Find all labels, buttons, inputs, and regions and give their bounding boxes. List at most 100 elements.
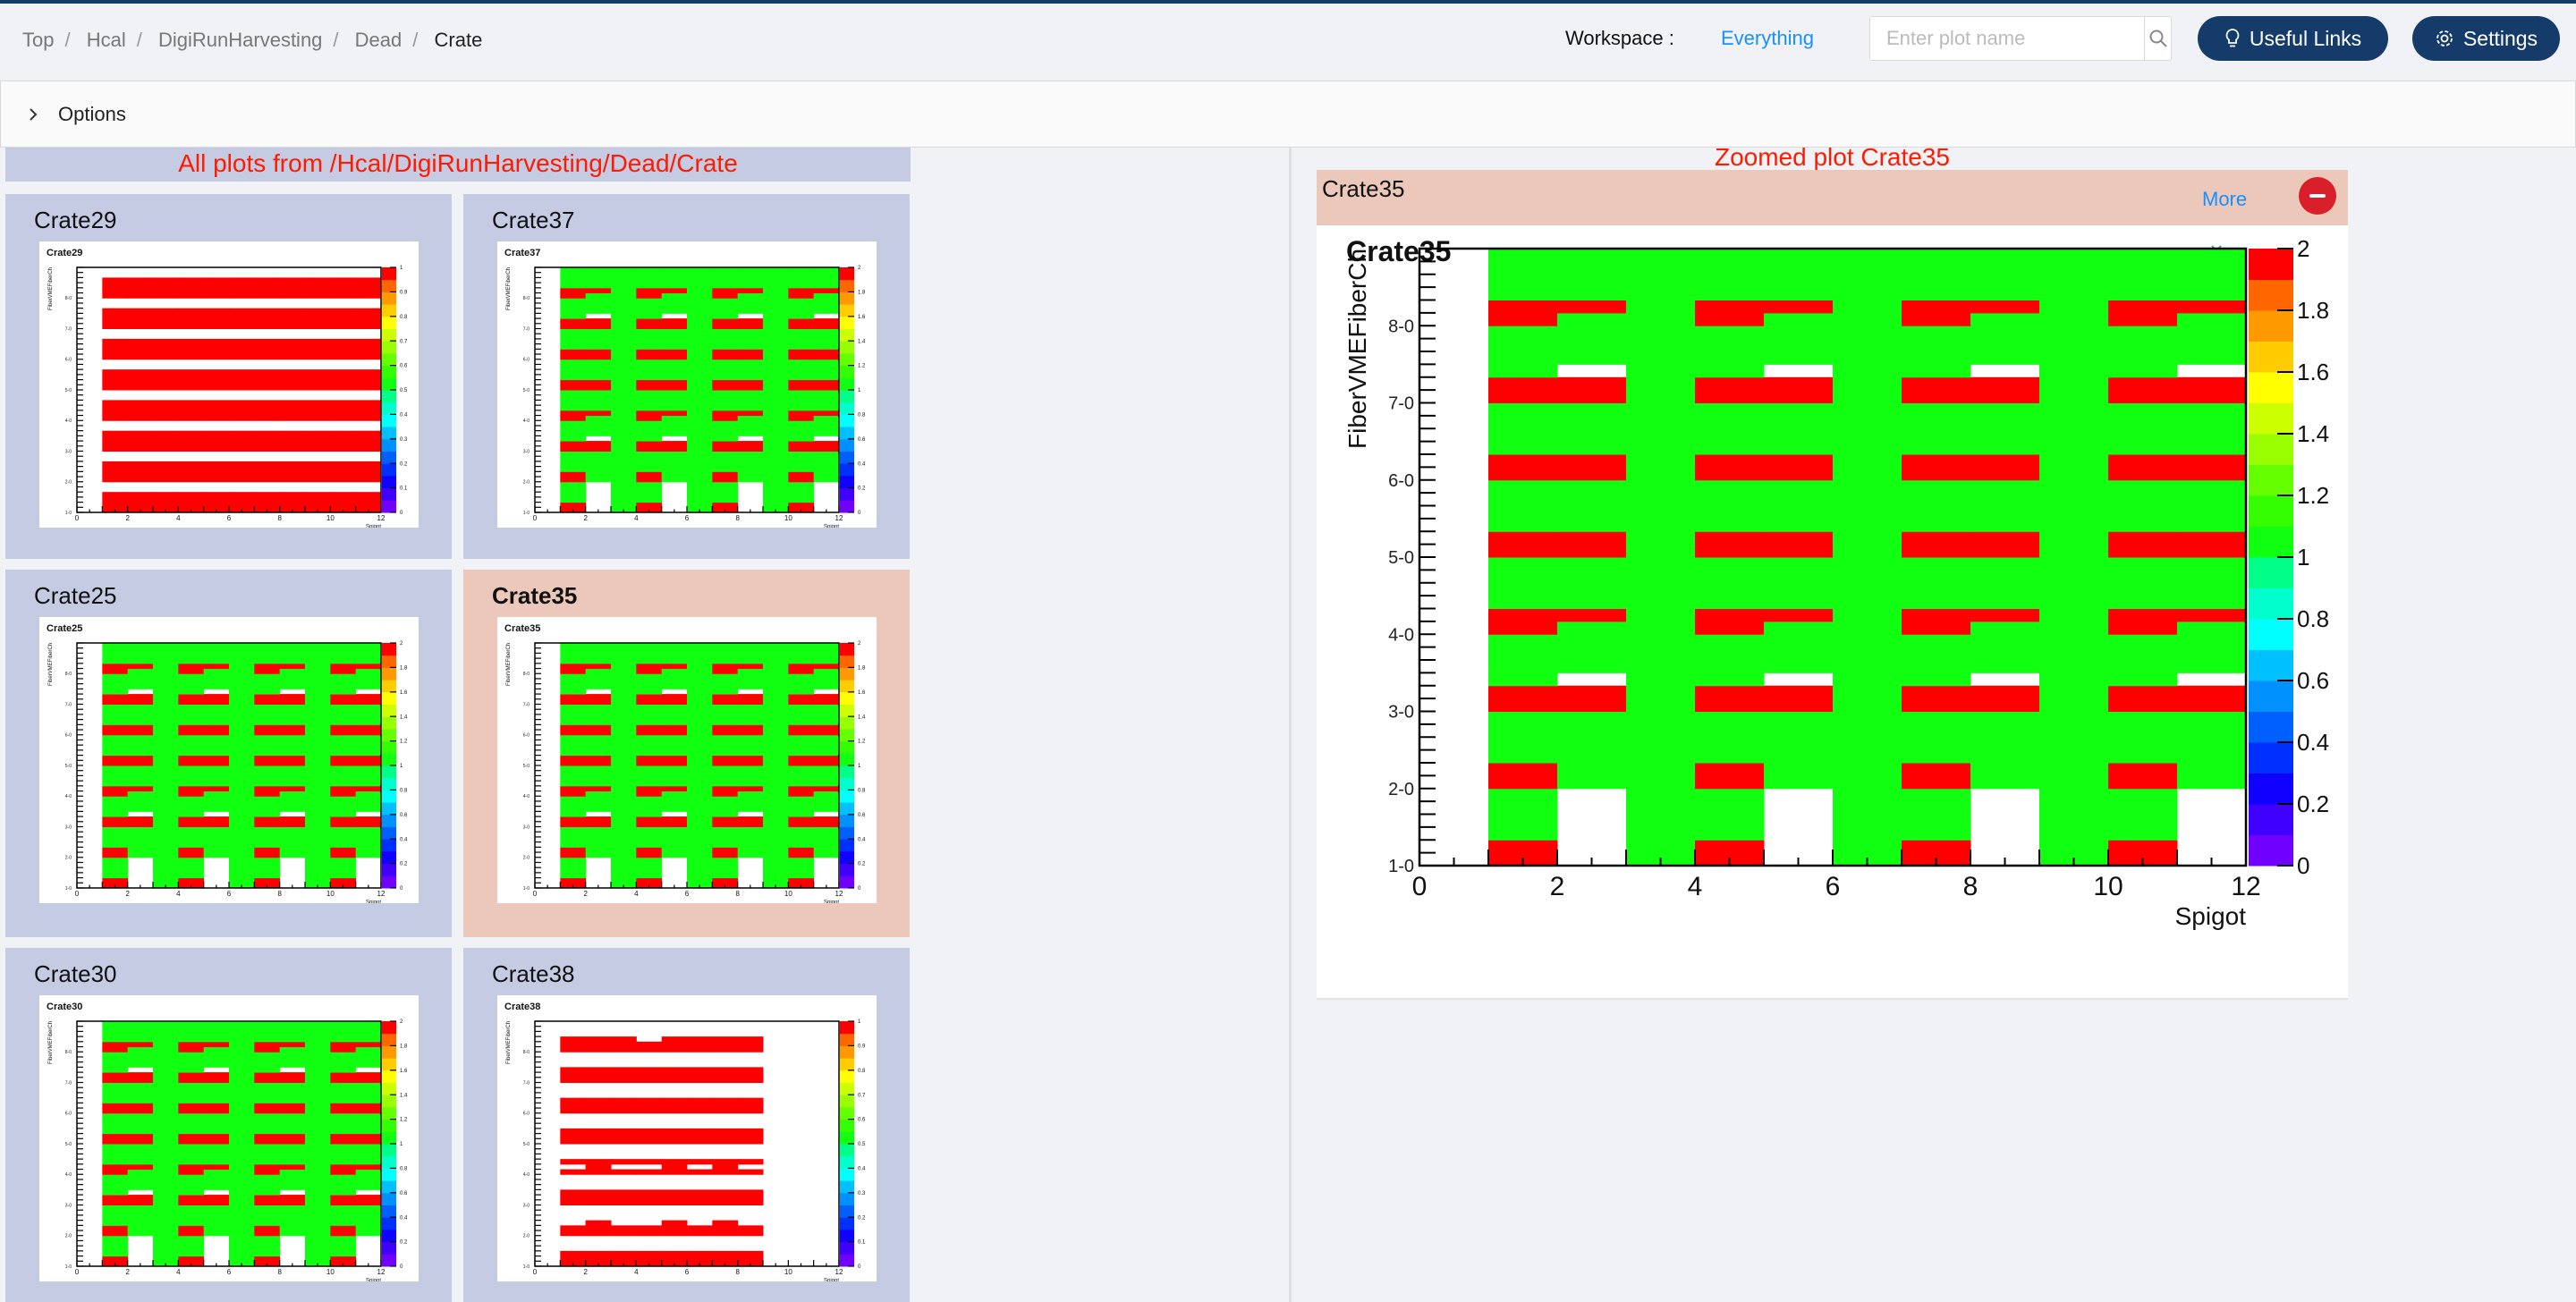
useful-links-label: Useful Links: [2249, 26, 2362, 50]
heatmap-cell: [1902, 351, 1971, 365]
heatmap-cell: [330, 1046, 357, 1053]
heatmap-cell: [585, 1230, 612, 1237]
heatmap-cell: [102, 415, 129, 421]
heatmap-cell: [178, 790, 205, 797]
heatmap-cell: [178, 1077, 205, 1083]
plot-card-crate38[interactable]: Crate38 Crate38 1-0 2-0 3-0 4-0 5-0 6-0 7-0 8-0 0 2…: [463, 948, 910, 1302]
y-tick-label: 1-0: [523, 511, 530, 516]
heatmap-cell: [178, 354, 205, 360]
heatmap-cell: [127, 1072, 154, 1078]
heatmap-cell: [1695, 376, 1765, 391]
heatmap-cell: [1488, 749, 1558, 764]
heatmap-cell: [712, 435, 739, 442]
heatmap-cell: [788, 394, 815, 401]
plot-thumbnail[interactable]: Crate381-02-03-04-05-06-07-08-00 2 4 6 8 10 12…: [497, 995, 877, 1281]
heatmap-cell: [585, 647, 612, 654]
heatmap-cell: [279, 1108, 306, 1114]
heatmap-cell: [687, 683, 713, 689]
heatmap-cell: [1488, 582, 1558, 596]
y-tick-label: 3-0: [523, 824, 530, 830]
heatmap-cell: [102, 461, 129, 468]
plot-card-crate25[interactable]: Crate25 Crate25 1-0 2-0 3-0 4-0 5-0 6-0 7-0 8-0 0 2…: [5, 570, 452, 937]
colorbar-tick-label: 1.8: [858, 291, 866, 296]
heatmap-cell: [687, 302, 713, 309]
plot-thumbnail[interactable]: Crate351-02-03-04-05-06-07-08-00 2 4 6 8 10 12…: [497, 617, 877, 903]
colorbar-segment: [840, 352, 854, 367]
heatmap-cell: [203, 734, 230, 740]
heatmap-cell: [636, 704, 663, 710]
heatmap-cell: [102, 471, 129, 478]
colorbar-segment: [2249, 434, 2293, 465]
heatmap-cell: [127, 410, 154, 417]
heatmap-cell: [127, 1169, 154, 1175]
plot-thumbnail[interactable]: Crate251-02-03-04-05-06-07-08-00 2 4 6 8 10 12…: [39, 617, 419, 903]
heatmap-cell: [203, 755, 230, 761]
heatmap-cell: [712, 349, 739, 355]
heatmap-cell: [560, 678, 587, 685]
remove-zoomed-plot-button[interactable]: [2299, 177, 2336, 215]
plot-card-crate37[interactable]: Crate37 Crate37 1-0 2-0 3-0 4-0 5-0 6-0 7-0 8-0 0 2…: [463, 194, 910, 559]
heatmap-cell: [611, 836, 637, 843]
breadcrumb-dead[interactable]: Dead: [355, 29, 402, 51]
useful-links-button[interactable]: Useful Links: [2198, 16, 2388, 61]
x-tick-label: 8: [735, 890, 740, 898]
heatmap-cell: [1833, 312, 1902, 326]
plot-card-crate35[interactable]: Crate35 Crate35 1-0 2-0 3-0 4-0 5-0 6-0 7-0 8-0 0 2…: [463, 570, 910, 937]
heatmap-cell: [687, 369, 713, 376]
heatmap-cell: [102, 430, 129, 436]
heatmap-cell: [1902, 261, 1971, 275]
heatmap-cell: [178, 704, 205, 710]
heatmap-cell: [560, 1097, 587, 1103]
breadcrumb-top[interactable]: Top: [22, 29, 54, 51]
heatmap-cell: [636, 486, 663, 493]
heatmap-cell: [1833, 749, 1902, 764]
heatmap-cell: [178, 323, 205, 329]
heatmap-cell: [1488, 441, 1558, 455]
heatmap-cell: [330, 1103, 357, 1109]
heatmap-cell: [279, 410, 306, 417]
plot-thumbnail[interactable]: Crate291-02-03-04-05-06-07-08-00 2 4 6 8 10 12…: [39, 241, 419, 528]
heatmap-cell: [2177, 698, 2247, 712]
heatmap-cell: [737, 663, 764, 670]
heatmap-cell: [585, 781, 612, 787]
heatmap-cell: [1833, 788, 1902, 802]
plot-thumbnail[interactable]: Crate371-02-03-04-05-06-07-08-00 2 4 6 8 10 12…: [497, 241, 877, 528]
colorbar-segment: [2249, 402, 2293, 435]
settings-button[interactable]: Settings: [2412, 16, 2560, 61]
heatmap-cell: [737, 816, 764, 823]
heatmap-cell: [611, 755, 637, 761]
heatmap-cell: [1695, 685, 1765, 699]
plot-card-crate30[interactable]: Crate30 Crate30 1-0 2-0 3-0 4-0 5-0 6-0 7-0 8-0 0 2…: [5, 948, 452, 1302]
panel-divider[interactable]: [1289, 148, 1292, 1302]
heatmap-cell: [788, 461, 815, 468]
heatmap-cell: [2108, 428, 2178, 443]
search-button[interactable]: [2144, 17, 2171, 60]
heatmap-cell: [153, 1118, 179, 1124]
breadcrumb-hcal[interactable]: Hcal: [87, 29, 126, 51]
heatmap-cell: [1695, 582, 1765, 596]
heatmap-cell: [636, 775, 663, 782]
more-dropdown[interactable]: More: [2202, 188, 2247, 252]
heatmap-cell: [127, 1225, 154, 1231]
y-tick-label: 5-0: [1388, 548, 1414, 568]
heatmap-cell: [153, 1189, 179, 1196]
heatmap-cell: [788, 405, 815, 411]
heatmap-cell: [813, 775, 840, 782]
heatmap-cell: [788, 790, 815, 797]
plot-thumbnail[interactable]: Crate301-02-03-04-05-06-07-08-00 2 4 6 8 10 12…: [39, 995, 419, 1281]
plot-search-input[interactable]: [1870, 17, 2144, 60]
breadcrumb-digirunharvesting[interactable]: DigiRunHarvesting: [158, 29, 322, 51]
heatmap-cell: [254, 1179, 281, 1186]
heatmap-cell: [305, 318, 331, 325]
workspace-selector[interactable]: Everything: [1721, 27, 1814, 50]
heatmap-cell: [636, 1225, 663, 1231]
plot-card-crate29[interactable]: Crate29 Crate29 1-0 2-0 3-0 4-0 5-0 6-0 7-0 8-0 0 2…: [5, 194, 452, 559]
heatmap-cell: [127, 678, 154, 685]
heatmap-cell: [2108, 596, 2178, 609]
heatmap-cell: [305, 816, 331, 823]
heatmap-cell: [229, 1021, 255, 1027]
heatmap-cell: [661, 1250, 688, 1257]
options-toggle[interactable]: Options: [0, 80, 2576, 148]
heatmap-cell: [661, 318, 688, 325]
heatmap-cell: [585, 694, 612, 700]
